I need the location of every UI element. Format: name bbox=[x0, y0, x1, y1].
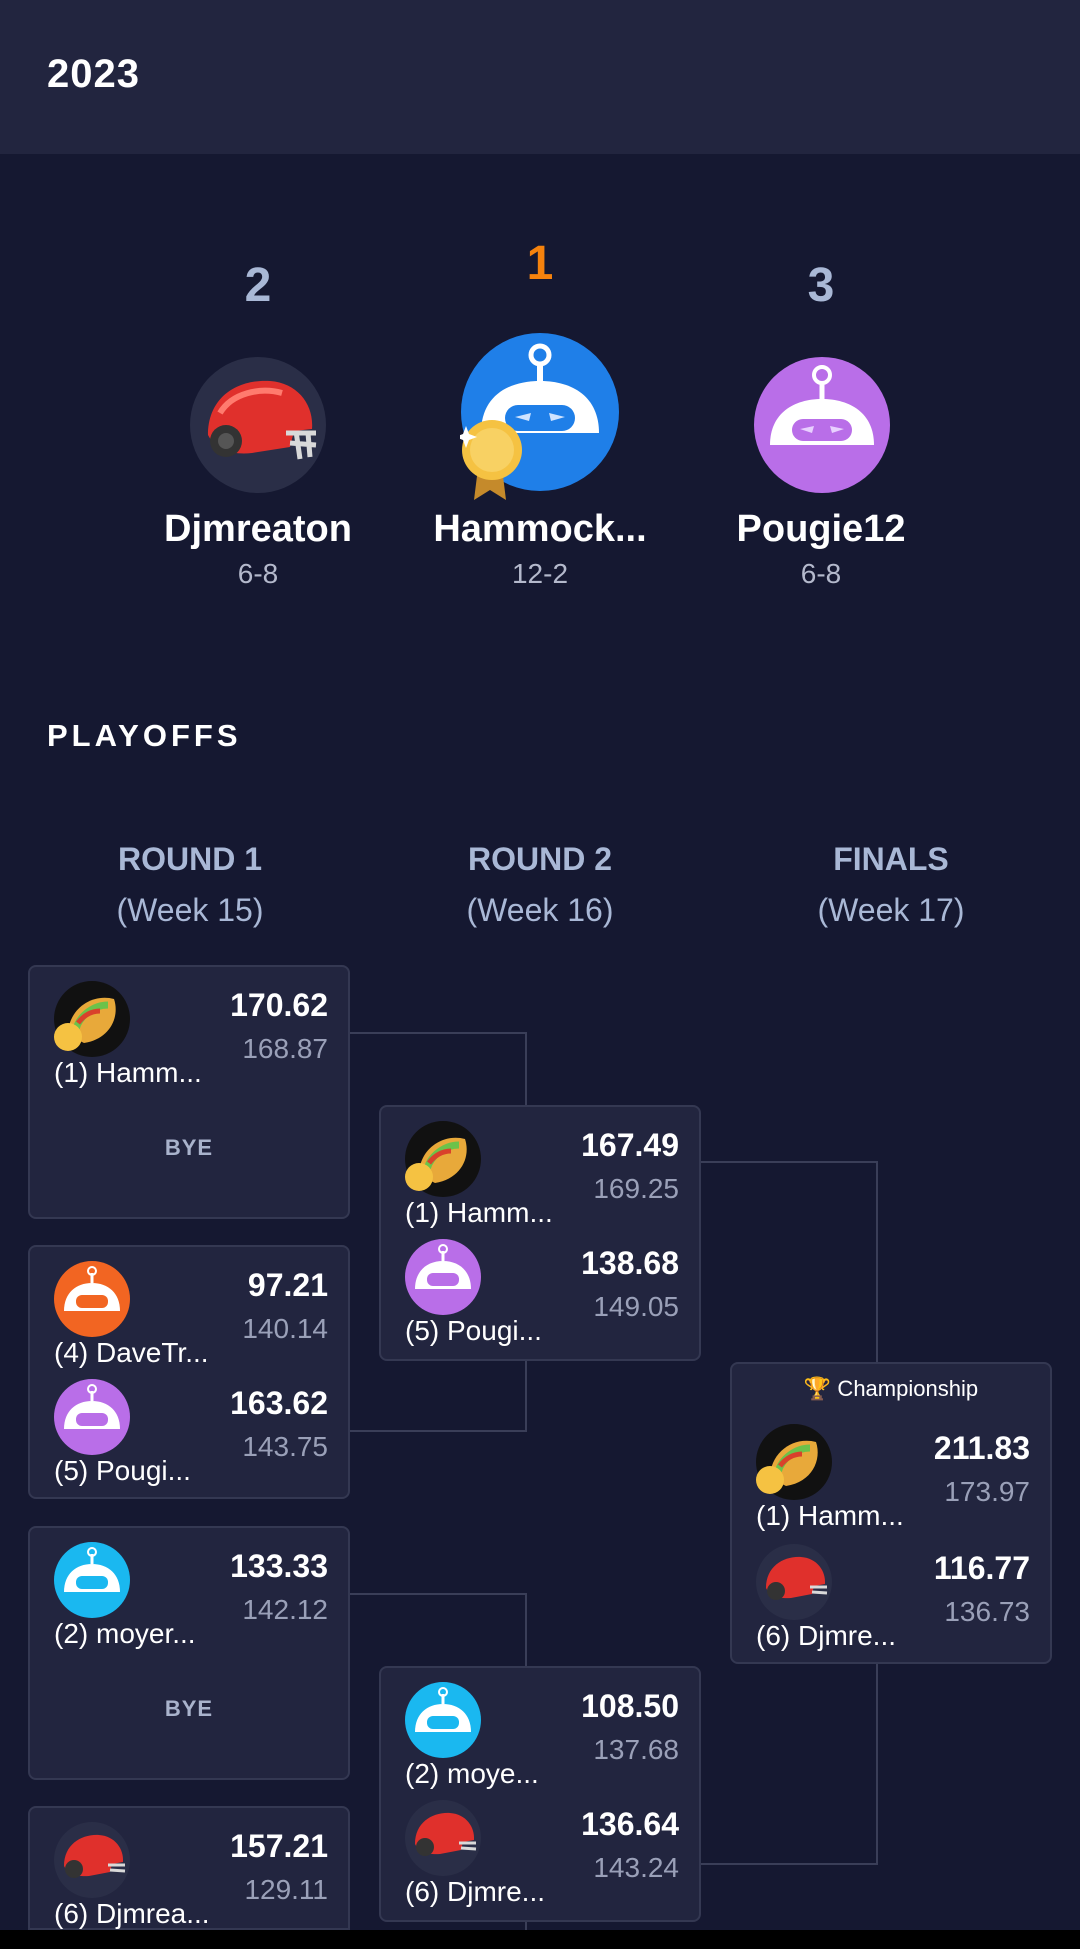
team-projected: 173.97 bbox=[944, 1476, 1030, 1507]
taco-icon bbox=[405, 1121, 481, 1202]
matchup-card-finals[interactable]: 🏆 Championship (1) Hamm... 211.83 173.97… bbox=[730, 1362, 1052, 1664]
team-name: (5) Pougi... bbox=[405, 1315, 542, 1346]
team-projected: 143.24 bbox=[593, 1852, 679, 1883]
team-entry[interactable]: (6) Djmre... 136.64 143.24 bbox=[381, 1800, 699, 1912]
team-score: 157.21 bbox=[230, 1828, 328, 1864]
team-score: 133.33 bbox=[230, 1548, 328, 1584]
matchup-card-r2-2[interactable]: (2) moye... 108.50 137.68 (6) Djmre... 1… bbox=[379, 1666, 701, 1922]
matchup-card-r1-1[interactable]: (1) Hamm... 170.62 168.87 BYE bbox=[28, 965, 350, 1219]
team-projected: 143.75 bbox=[242, 1431, 328, 1462]
bye-label: BYE bbox=[164, 1696, 214, 1721]
team-name: (6) Djmre... bbox=[756, 1620, 896, 1651]
team-entry[interactable]: (2) moyer... 133.33 142.12 bbox=[30, 1542, 348, 1654]
team-name: (2) moyer... bbox=[54, 1618, 196, 1649]
cyan-robot-icon bbox=[405, 1682, 481, 1763]
team-entry[interactable]: (4) DaveTr... 97.21 140.14 bbox=[30, 1261, 348, 1373]
team-score: 211.83 bbox=[933, 1430, 1030, 1466]
team-projected: 169.25 bbox=[593, 1173, 679, 1204]
team-name: (4) DaveTr... bbox=[54, 1337, 209, 1368]
team-score: 116.77 bbox=[933, 1550, 1030, 1586]
team-name: (6) Djmre... bbox=[405, 1876, 545, 1907]
orange-robot-icon bbox=[54, 1261, 130, 1342]
matchup-card-r2-1[interactable]: (1) Hamm... 167.49 169.25 (5) Pougi... 1… bbox=[379, 1105, 701, 1361]
championship-label: 🏆 Championship bbox=[803, 1376, 979, 1401]
team-score: 170.62 bbox=[230, 987, 328, 1023]
team-projected: 140.14 bbox=[242, 1313, 328, 1344]
cyan-robot-icon bbox=[54, 1542, 130, 1623]
team-projected: 149.05 bbox=[593, 1291, 679, 1322]
system-nav-bar bbox=[0, 1930, 1080, 1949]
team-entry[interactable]: (1) Hamm... 170.62 168.87 bbox=[30, 981, 348, 1093]
team-name: (5) Pougi... bbox=[54, 1455, 191, 1486]
football-helmet-icon bbox=[756, 1544, 832, 1625]
team-projected: 137.68 bbox=[593, 1734, 679, 1765]
team-projected: 129.11 bbox=[244, 1874, 328, 1905]
team-entry[interactable]: (6) Djmre... 116.77 136.73 bbox=[732, 1544, 1050, 1656]
team-entry[interactable]: (5) Pougi... 138.68 149.05 bbox=[381, 1239, 699, 1351]
team-score: 108.50 bbox=[581, 1688, 679, 1724]
team-entry[interactable]: (1) Hamm... 167.49 169.25 bbox=[381, 1121, 699, 1233]
team-projected: 136.73 bbox=[944, 1596, 1030, 1627]
team-name: (2) moye... bbox=[405, 1758, 539, 1789]
matchup-card-r1-4[interactable]: (6) Djmrea... 157.21 129.11 bbox=[28, 1806, 350, 1930]
team-projected: 142.12 bbox=[242, 1594, 328, 1625]
team-entry[interactable]: (6) Djmrea... 157.21 129.11 bbox=[30, 1822, 348, 1934]
matchup-card-r1-3[interactable]: (2) moyer... 133.33 142.12 BYE bbox=[28, 1526, 350, 1780]
team-score: 136.64 bbox=[581, 1806, 679, 1842]
bye-label: BYE bbox=[164, 1135, 214, 1160]
team-score: 138.68 bbox=[581, 1245, 679, 1281]
football-helmet-icon bbox=[405, 1800, 481, 1881]
purple-robot-icon bbox=[54, 1379, 130, 1460]
purple-robot-icon bbox=[405, 1239, 481, 1320]
matchup-card-r1-2[interactable]: (4) DaveTr... 97.21 140.14 (5) Pougi... … bbox=[28, 1245, 350, 1499]
team-projected: 168.87 bbox=[242, 1033, 328, 1064]
team-entry[interactable]: (5) Pougi... 163.62 143.75 bbox=[30, 1379, 348, 1491]
taco-icon bbox=[54, 981, 130, 1062]
team-score: 163.62 bbox=[230, 1385, 328, 1421]
team-entry[interactable]: (2) moye... 108.50 137.68 bbox=[381, 1682, 699, 1794]
team-name: (1) Hamm... bbox=[756, 1500, 904, 1531]
team-name: (1) Hamm... bbox=[405, 1197, 553, 1228]
football-helmet-icon bbox=[54, 1822, 130, 1903]
team-score: 167.49 bbox=[581, 1127, 679, 1163]
team-name: (1) Hamm... bbox=[54, 1057, 202, 1088]
team-score: 97.21 bbox=[247, 1267, 328, 1303]
team-name: (6) Djmrea... bbox=[54, 1898, 210, 1929]
team-entry[interactable]: (1) Hamm... 211.83 173.97 bbox=[732, 1424, 1050, 1536]
taco-icon bbox=[756, 1424, 832, 1505]
